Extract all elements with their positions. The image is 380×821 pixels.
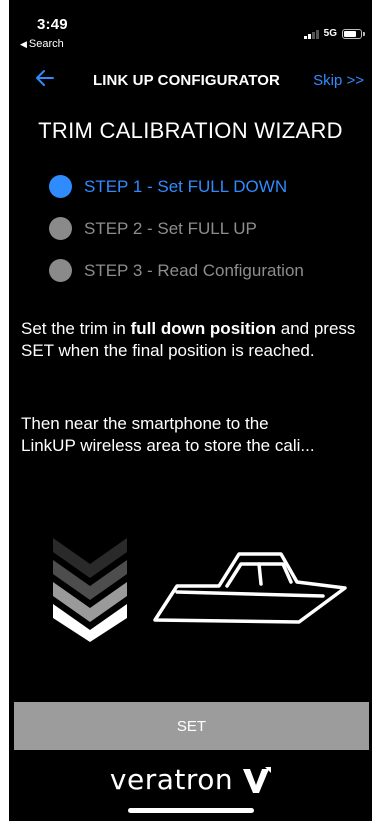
skip-button[interactable]: Skip >>	[313, 72, 364, 89]
logo-text: veratron	[109, 763, 234, 796]
step-indicator-icon	[49, 175, 72, 198]
step-indicator-icon	[49, 217, 72, 240]
step-list: STEP 1 - Set FULL DOWN STEP 2 - Set FULL…	[49, 175, 304, 302]
step-2: STEP 2 - Set FULL UP	[49, 217, 304, 240]
home-indicator[interactable]	[127, 808, 254, 813]
step-1: STEP 1 - Set FULL DOWN	[49, 175, 304, 198]
signal-icon	[304, 29, 319, 39]
wizard-title: TRIM CALIBRATION WIZARD	[38, 118, 343, 143]
step-label: STEP 3 - Read Configuration	[84, 260, 304, 280]
brand-logo: veratron	[9, 763, 372, 796]
step-label: STEP 1 - Set FULL DOWN	[84, 176, 288, 196]
status-back-link[interactable]: ◀ Search	[20, 38, 64, 50]
step-3: STEP 3 - Read Configuration	[49, 259, 304, 282]
boat-icon	[153, 552, 347, 624]
step-indicator-icon	[49, 259, 72, 282]
instruction-text: Set the trim in full down position and p…	[21, 319, 356, 360]
step-label: STEP 2 - Set FULL UP	[84, 218, 257, 238]
chevrons-down-icon	[53, 538, 127, 642]
veratron-v-icon	[243, 766, 272, 793]
status-time: 3:49	[37, 16, 68, 33]
battery-icon	[342, 28, 365, 39]
app-screen: 3:49 ◀ Search 5G LINK UP CONFIGURATOR Ski…	[9, 0, 372, 821]
back-triangle-icon: ◀	[20, 39, 27, 49]
status-back-label: Search	[28, 38, 64, 50]
status-indicators: 5G	[304, 28, 365, 39]
set-button[interactable]: SET	[14, 702, 369, 750]
instruction-emphasis: full down position	[130, 319, 277, 338]
instruction-text-secondary: Then near the smartphone to the LinkUP w…	[21, 414, 315, 455]
network-label: 5G	[323, 28, 337, 39]
